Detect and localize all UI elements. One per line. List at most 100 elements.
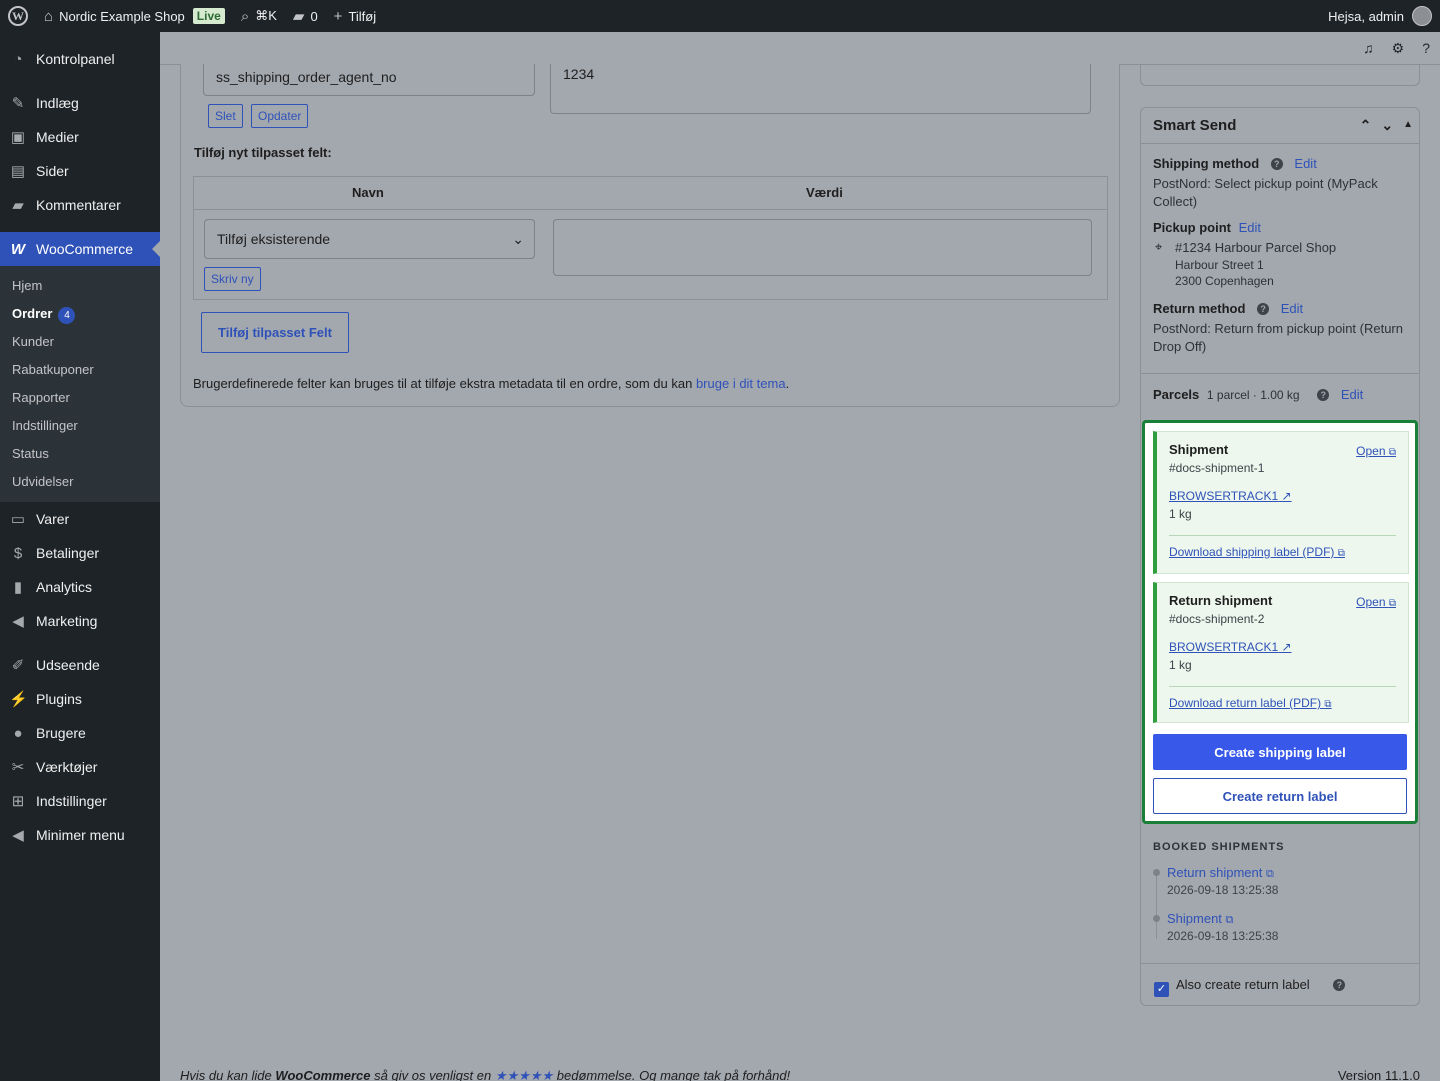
pin-icon: ✎: [11, 95, 25, 112]
user-icon: ●: [13, 724, 23, 742]
pickup-street: Harbour Street 1: [1175, 258, 1264, 272]
avatar[interactable]: [1412, 6, 1432, 26]
sidebar-item-comments[interactable]: ▰ Kommentarer: [0, 188, 160, 222]
use-in-theme-link[interactable]: bruge i dit tema: [696, 376, 786, 391]
sidebar-item-appearance[interactable]: ✐ Udseende: [0, 648, 160, 682]
create-shipping-label-button[interactable]: Create shipping label: [1153, 734, 1407, 770]
new-field-value-textarea[interactable]: [553, 219, 1092, 276]
sidebar-item-analytics[interactable]: ▮ Analytics: [0, 570, 160, 604]
sidebar-subitem-reports[interactable]: Rapporter: [0, 384, 160, 412]
chevron-up-icon[interactable]: ⌃: [1360, 117, 1372, 134]
help-icon[interactable]: ?: [1422, 40, 1430, 56]
existing-key-select[interactable]: Tilføj eksisterende ⌄: [204, 219, 535, 259]
help-icon[interactable]: ?: [1270, 158, 1283, 170]
pickup-point-label: Pickup point: [1153, 220, 1231, 235]
download-shipping-label-link[interactable]: Download shipping label (PDF) ⧉: [1169, 545, 1345, 559]
sidebar-item-dashboard[interactable]: ◔ Kontrolpanel: [0, 42, 160, 76]
new-content-menu[interactable]: + Tilføj: [326, 0, 384, 32]
open-shipment-link[interactable]: Open ⧉: [1356, 444, 1396, 458]
external-link-icon: ⧉: [1388, 447, 1396, 458]
sidebar-item-media[interactable]: ▣ Medier: [0, 120, 160, 154]
sidebar-item-users[interactable]: ● Brugere: [0, 716, 160, 750]
sidebar-item-payments[interactable]: $ Betalinger: [0, 536, 160, 570]
rating-stars-link[interactable]: ★★★★★: [495, 1068, 553, 1081]
command-search-button[interactable]: ⌕ ⌘K: [233, 0, 285, 32]
sidebar-item-collapse[interactable]: ◀ Minimer menu: [0, 818, 160, 852]
sidebar-item-marketing[interactable]: ◀ Marketing: [0, 604, 160, 638]
sidebar-subitem-extensions[interactable]: Udvidelser: [0, 468, 160, 496]
sidebar-subitem-customers[interactable]: Kunder: [0, 328, 160, 356]
booked-shipments-heading: BOOKED SHIPMENTS: [1153, 841, 1285, 853]
comments-link[interactable]: ▰ 0: [285, 0, 326, 32]
sidebar-subitem-coupons[interactable]: Rabatkuponer: [0, 356, 160, 384]
sidebar-subitem-home[interactable]: Hjem: [0, 272, 160, 300]
delete-field-button[interactable]: Slet: [208, 104, 243, 128]
custom-field-key-input[interactable]: ss_shipping_order_agent_no: [203, 64, 535, 96]
update-field-button[interactable]: Opdater: [251, 104, 309, 128]
site-name: Nordic Example Shop: [59, 8, 185, 24]
notification-bell-icon[interactable]: ♫: [1363, 40, 1374, 56]
live-badge: Live: [192, 8, 225, 24]
open-return-shipment-link[interactable]: Open ⧉: [1356, 595, 1396, 609]
sidebar-item-label: WooCommerce: [36, 241, 133, 257]
booked-shipment-item: Return shipment ⧉ 2026-09-18 13:25:38: [1153, 865, 1285, 897]
sidebar-item-label: Indlæg: [36, 95, 79, 111]
booked-return-shipment-link[interactable]: Return shipment ⧉: [1167, 865, 1274, 880]
download-label-text: Download return label (PDF): [1169, 696, 1322, 710]
sidebar-item-products[interactable]: ▭ Varer: [0, 502, 160, 536]
sidebar-subitem-settings[interactable]: Indstillinger: [0, 412, 160, 440]
wp-logo-menu[interactable]: W: [0, 0, 36, 32]
parcels-row: Parcels 1 parcel · 1.00 kg ? Edit: [1153, 387, 1363, 402]
sidebar-subitem-orders[interactable]: Ordrer 4: [0, 300, 160, 328]
sidebar-subitem-status[interactable]: Status: [0, 440, 160, 468]
pickup-name: #1234 Harbour Parcel Shop: [1175, 240, 1337, 255]
external-link-icon: ⧉: [1388, 598, 1396, 609]
shipping-method-label: Shipping method: [1153, 156, 1260, 171]
custom-field-value-textarea[interactable]: 1234: [550, 64, 1091, 114]
download-return-label-link[interactable]: Download return label (PDF) ⧉: [1169, 696, 1332, 710]
edit-return-method-link[interactable]: Edit: [1281, 301, 1303, 316]
wrench-icon: ✂: [11, 759, 25, 776]
sidebar-item-plugins[interactable]: ⚡ Plugins: [0, 682, 160, 716]
woocommerce-submenu: Hjem Ordrer 4 Kunder Rabatkuponer Rapport…: [0, 266, 160, 502]
sidebar-item-label: Ordrer: [12, 306, 53, 321]
custom-fields-panel: ss_shipping_order_agent_no 1234 Slet Opd…: [180, 64, 1120, 407]
label-actions-panel: Shipment #docs-shipment-1 Open ⧉ BROWSER…: [1142, 420, 1418, 824]
edit-parcels-link[interactable]: Edit: [1341, 387, 1363, 402]
collapse-triangle-icon[interactable]: ▲: [1403, 117, 1413, 134]
sidebar-item-settings[interactable]: ⊞ Indstillinger: [0, 784, 160, 818]
booked-shipment-link[interactable]: Shipment ⧉: [1167, 911, 1233, 926]
account-greeting[interactable]: Hejsa, admin: [1328, 9, 1404, 24]
help-icon[interactable]: ?: [1317, 389, 1330, 401]
add-custom-field-button[interactable]: Tilføj tilpasset Felt: [201, 312, 349, 353]
chevron-down-icon: ⌄: [512, 231, 524, 247]
help-icon[interactable]: ?: [1257, 303, 1270, 315]
footer-rating-text: Hvis du kan lide WooCommerce så giv os v…: [180, 1068, 790, 1081]
sidebar-item-woocommerce[interactable]: W WooCommerce: [0, 232, 160, 266]
enter-new-button[interactable]: Skriv ny: [204, 267, 261, 291]
sidebar-item-tools[interactable]: ✂ Værktøjer: [0, 750, 160, 784]
sidebar-item-pages[interactable]: ▤ Sider: [0, 154, 160, 188]
chevron-down-icon[interactable]: ⌄: [1381, 117, 1393, 134]
settings-icon: ⊞: [11, 793, 25, 810]
products-icon: ▭: [10, 511, 26, 528]
previous-metabox: [1140, 64, 1420, 86]
help-icon[interactable]: ?: [1333, 979, 1346, 991]
shipment-card: Shipment #docs-shipment-1 Open ⧉ BROWSER…: [1153, 431, 1409, 574]
edit-pickup-point-link[interactable]: Edit: [1239, 220, 1261, 235]
tracking-link[interactable]: BROWSERTRACK1 ↗: [1169, 489, 1396, 503]
gear-icon[interactable]: ⚙: [1392, 40, 1405, 57]
also-return-label-checkbox[interactable]: ✓: [1154, 982, 1169, 997]
site-name-link[interactable]: ⌂ Nordic Example Shop Live: [36, 0, 233, 32]
comments-count: 0: [310, 8, 318, 24]
also-return-label-option[interactable]: ✓ Also create return label ?: [1154, 977, 1346, 997]
tracking-number: BROWSERTRACK1: [1169, 640, 1279, 654]
shipment-weight: 1 kg: [1169, 658, 1192, 672]
external-link-icon: ⧉: [1324, 699, 1332, 710]
edit-shipping-method-link[interactable]: Edit: [1294, 156, 1316, 171]
tracking-link[interactable]: BROWSERTRACK1 ↗: [1169, 640, 1396, 654]
create-return-label-button[interactable]: Create return label: [1153, 778, 1407, 814]
footer-text-post: bedømmelse. Og mange tak på forhånd!: [556, 1068, 791, 1081]
sidebar-item-posts[interactable]: ✎ Indlæg: [0, 86, 160, 120]
select-value: Tilføj eksisterende: [217, 231, 331, 247]
